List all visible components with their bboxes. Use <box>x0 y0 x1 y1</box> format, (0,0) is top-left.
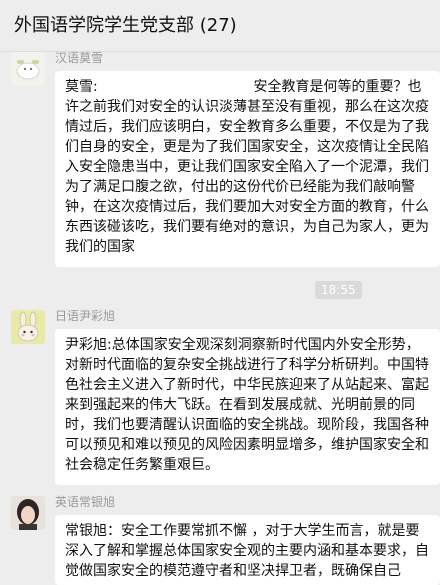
message-text: 常银旭：安全工作要常抓不懈 ，对于大学生而言，就是要深入了解和掌握总体国家安全观… <box>65 523 429 579</box>
timestamp: 18:55 <box>315 281 362 299</box>
message-text: 莫雪: 安全教育是何等的重要？也许之前我们对安全的认识淡薄甚至没有重视，那么在这… <box>65 79 429 255</box>
sender-name: 英语常银旭 <box>55 495 116 509</box>
chat-header: 外国语学院学生党支部 (27) <box>0 0 440 52</box>
message-text: 尹彩旭:总体国家安全观深刻洞察新时代国内外安全形势，对新时代面临的复杂安全挑战进… <box>65 337 429 473</box>
sender-name: 日语尹彩旭 <box>55 309 116 323</box>
message-bubble[interactable]: 莫雪: 安全教育是何等的重要？也许之前我们对安全的认识淡薄甚至没有重视，那么在这… <box>55 71 440 267</box>
chat-title[interactable]: 外国语学院学生党支部 (27) <box>14 14 237 38</box>
message-bubble[interactable]: 尹彩旭:总体国家安全观深刻洞察新时代国内外安全形势，对新时代面临的复杂安全挑战进… <box>55 329 440 485</box>
avatar-image <box>11 310 45 344</box>
avatar[interactable] <box>11 52 45 86</box>
sender-name: 汉语莫雪 <box>55 51 104 65</box>
message-bubble[interactable]: 常银旭：安全工作要常抓不懈 ，对于大学生而言，就是要深入了解和掌握总体国家安全观… <box>55 515 440 585</box>
avatar-image <box>11 52 45 86</box>
avatar[interactable] <box>11 496 45 530</box>
avatar-image <box>11 496 45 530</box>
avatar[interactable] <box>11 310 45 344</box>
